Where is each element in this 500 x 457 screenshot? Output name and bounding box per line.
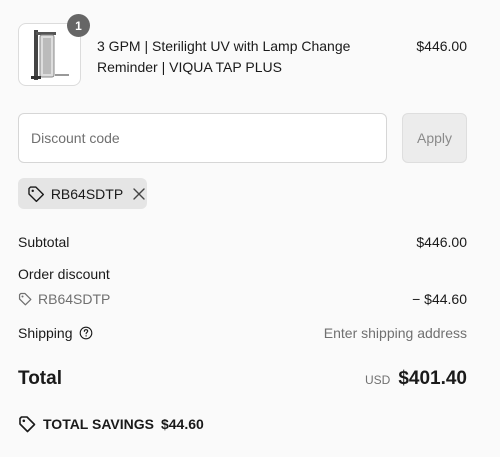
close-icon xyxy=(133,187,145,200)
total-savings-row: TOTAL SAVINGS $44.60 xyxy=(18,415,204,433)
product-title: 3 GPM | Sterilight UV with Lamp Change R… xyxy=(97,38,351,75)
tag-icon xyxy=(18,292,32,306)
applied-discount-code: RB64SDTP xyxy=(50,185,124,202)
product-price: $446.00 xyxy=(416,38,467,54)
apply-discount-button[interactable]: Apply xyxy=(402,113,467,163)
order-discount-code-row: RB64SDTP xyxy=(18,291,110,307)
remove-discount-button[interactable] xyxy=(131,186,147,202)
savings-tag-icon xyxy=(19,416,36,433)
tag-icon xyxy=(28,185,45,202)
order-discount-code: RB64SDTP xyxy=(38,291,111,307)
applied-discount-chip: RB64SDTP xyxy=(18,178,147,209)
quantity-badge: 1 xyxy=(67,14,90,37)
total-savings-value: $44.60 xyxy=(160,416,204,432)
total-value-group: USD $401.40 xyxy=(365,368,467,390)
shipping-label-row: Shipping xyxy=(18,325,93,341)
total-label: Total xyxy=(18,368,62,389)
subtotal-value: $446.00 xyxy=(416,234,467,250)
discount-code-input[interactable] xyxy=(18,113,387,163)
total-amount: $401.40 xyxy=(398,368,467,389)
currency-code: USD xyxy=(364,373,391,387)
order-discount-value: − $44.60 xyxy=(412,291,467,307)
shipping-value: Enter shipping address xyxy=(323,325,467,341)
order-discount-label: Order discount xyxy=(18,266,110,282)
help-icon[interactable] xyxy=(79,326,93,340)
total-savings-label: TOTAL SAVINGS xyxy=(43,416,154,432)
subtotal-label: Subtotal xyxy=(18,234,70,250)
shipping-label: Shipping xyxy=(18,325,73,341)
